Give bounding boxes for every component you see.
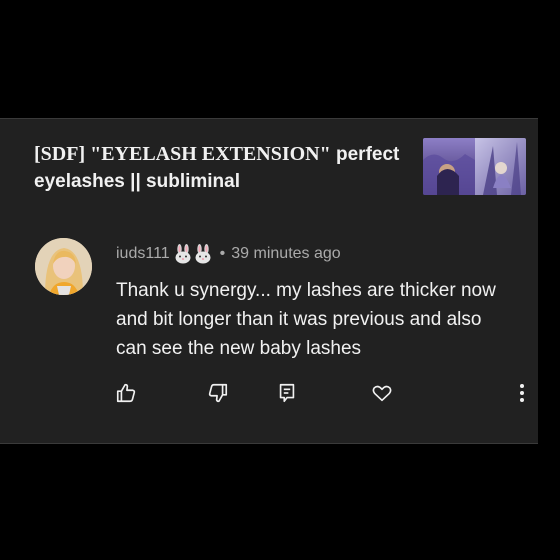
- thumbs-up-icon: [116, 383, 136, 403]
- more-options-button[interactable]: [510, 381, 534, 405]
- reply-icon: [279, 383, 295, 403]
- rabbit-face-icon: [195, 244, 211, 264]
- comment-meta: iuds111 • 39 minutes ago: [116, 244, 341, 264]
- username-emoji: [174, 244, 212, 264]
- dislike-button[interactable]: [206, 381, 230, 405]
- comment-card: [SDF] "EYELASH EXTENSION" perfect eyelas…: [0, 118, 538, 444]
- video-title[interactable]: [SDF] "EYELASH EXTENSION" perfect eyelas…: [34, 141, 409, 195]
- avatar[interactable]: [35, 238, 92, 295]
- comment-text: Thank u synergy... my lashes are thicker…: [116, 280, 496, 359]
- heart-button[interactable]: [370, 381, 394, 405]
- meta-separator: •: [219, 245, 226, 262]
- video-thumbnail[interactable]: [423, 138, 526, 195]
- reply-button[interactable]: [275, 381, 299, 405]
- heart-icon: [372, 385, 392, 402]
- comment-time: 39 minutes ago: [231, 245, 341, 262]
- like-button[interactable]: [114, 381, 138, 405]
- video-title-tag: [SDF] "EYELASH EXTENSION": [34, 143, 331, 165]
- comment-username[interactable]: iuds111: [116, 245, 170, 263]
- thumbs-down-icon: [208, 383, 228, 403]
- more-vert-icon: [520, 384, 524, 402]
- thumbnail-image: [423, 138, 526, 195]
- rabbit-face-icon: [175, 244, 191, 264]
- avatar-image: [35, 238, 92, 295]
